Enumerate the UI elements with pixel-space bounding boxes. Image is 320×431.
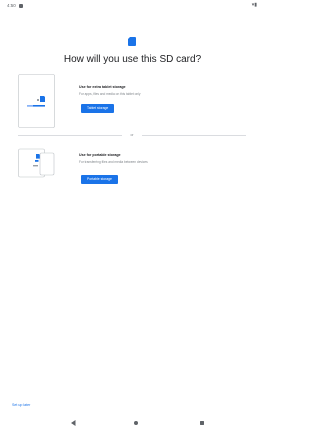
internal-storage-description: For apps, files and media on this tablet…: [79, 92, 141, 96]
portable-storage-button[interactable]: Portable storage: [81, 175, 118, 184]
home-icon[interactable]: [134, 421, 138, 425]
sd-card-icon: [128, 37, 136, 46]
navigation-bar: [0, 416, 265, 431]
divider-label: or: [130, 132, 134, 137]
tablet-storage-illustration: [18, 74, 55, 128]
option-internal-storage: Use for extra tablet storage For apps, f…: [18, 74, 248, 128]
divider-line-left: [18, 134, 122, 136]
recents-icon[interactable]: [200, 421, 204, 425]
internal-storage-title: Use for extra tablet storage: [79, 85, 126, 89]
status-time: 4:50: [7, 3, 16, 8]
set-up-later-link[interactable]: Set up later: [12, 403, 30, 407]
tablet-storage-button[interactable]: Tablet storage: [81, 104, 115, 113]
portable-storage-description: For transferring files and media between…: [79, 160, 148, 164]
back-icon[interactable]: [71, 420, 76, 426]
options-divider: or: [18, 133, 246, 137]
status-bar: 4:50 ▾▮: [0, 0, 265, 14]
notification-icon: [19, 4, 23, 8]
page-title: How will you use this SD card?: [63, 54, 202, 65]
portable-storage-title: Use for portable storage: [79, 153, 121, 157]
divider-line-right: [142, 134, 246, 136]
portable-storage-illustration: [18, 148, 55, 178]
battery-wifi-icons: ▾▮: [251, 2, 257, 8]
option-portable-storage: Use for portable storage For transferrin…: [18, 146, 248, 190]
